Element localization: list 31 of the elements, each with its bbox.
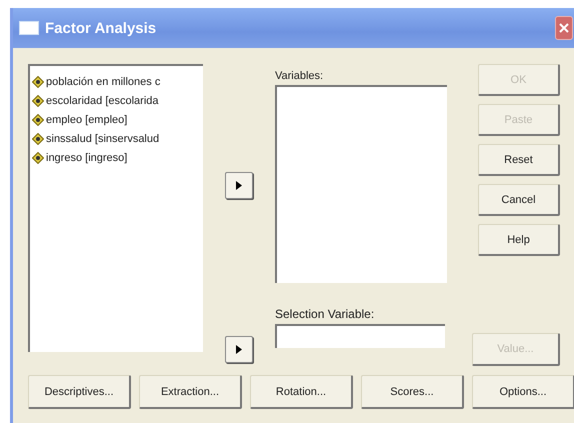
variable-icon: [32, 76, 44, 88]
right-triangle-icon: [236, 345, 242, 354]
variable-name[interactable]: escolaridad [escolarida: [46, 94, 159, 106]
source-variable-list[interactable]: población en millones c escolaridad [escolarida empleo [empleo] sinssalud [sinservsalud ingreso [ingreso]: [28, 64, 203, 352]
move-to-selection-button[interactable]: [225, 336, 253, 363]
dialog-button[interactable]: Descriptives...: [28, 375, 131, 409]
move-to-variables-button[interactable]: [225, 172, 253, 199]
variable-name[interactable]: sinssalud [sinservsalud: [46, 132, 160, 144]
variables-label: Variables:: [275, 70, 324, 82]
dialog-button[interactable]: Cancel: [478, 184, 560, 216]
variables-list[interactable]: [275, 85, 447, 283]
variable-icon: [32, 94, 44, 106]
variable-icon: [32, 114, 44, 126]
dialog-button[interactable]: Help: [478, 224, 560, 256]
close-icon: [559, 23, 569, 33]
window-title: Factor Analysis: [45, 20, 156, 36]
selection-variable-field[interactable]: [275, 324, 445, 348]
dialog-button[interactable]: Extraction...: [139, 375, 242, 409]
dialog-button[interactable]: Scores...: [361, 375, 464, 409]
dialog-button[interactable]: Rotation...: [250, 375, 353, 409]
dialog-button[interactable]: Options...: [472, 375, 574, 409]
dialog-button[interactable]: Reset: [478, 144, 560, 176]
variable-name[interactable]: empleo [empleo]: [46, 114, 128, 126]
window-icon: [19, 21, 39, 35]
variable-name[interactable]: población en millones c: [46, 76, 160, 88]
right-triangle-icon: [236, 181, 242, 190]
variable-name[interactable]: ingreso [ingreso]: [46, 152, 128, 164]
variable-icon: [32, 132, 44, 144]
variable-icon: [32, 152, 44, 164]
selection-variable-label: Selection Variable:: [275, 307, 376, 321]
close-button[interactable]: [555, 16, 573, 40]
